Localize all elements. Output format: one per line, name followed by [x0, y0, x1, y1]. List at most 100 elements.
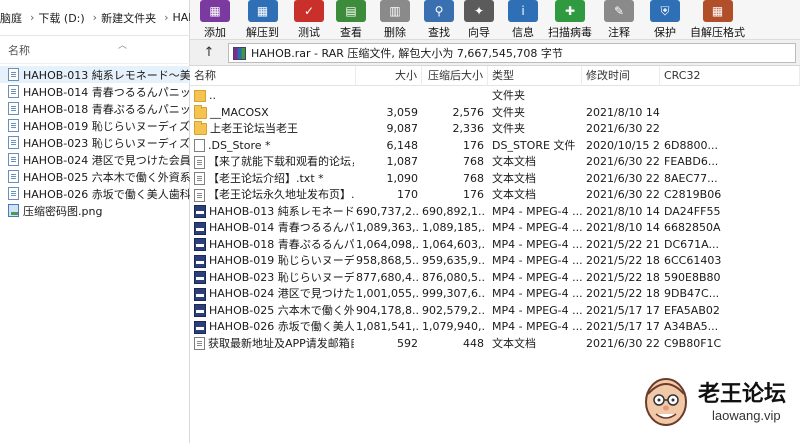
column-header-name[interactable]: 名称 ︿ [0, 36, 190, 64]
rar-archive-icon [233, 46, 246, 60]
left-file-name: HAHOB-023 恥じらいヌーディズム～ [23, 136, 190, 150]
video-file-icon [8, 102, 19, 115]
cell-packed: 999,307,6... [422, 287, 484, 300]
table-row[interactable]: HAHOB-023 恥じらいヌーディズ...877,680,4... 876,08… [190, 270, 800, 287]
cell-packed: 448 [463, 336, 484, 350]
left-file-item[interactable]: HAHOB-014 青春つるるんパニック！ [0, 83, 190, 100]
video-file-icon [8, 85, 19, 98]
table-row[interactable]: HAHOB-025 六本木で働く外資系...904,178,8... 902,57… [190, 303, 800, 320]
table-row[interactable]: 【老王论坛永久地址发布页】.txt * 170 176 文本文档 2021/6/30 2… [190, 187, 800, 204]
left-file-item[interactable]: HAHOB-019 恥じらいヌーディズム～ [0, 117, 190, 134]
column-header-type[interactable]: 类型 [488, 66, 582, 86]
column-header-crc[interactable]: CRC32 [660, 66, 800, 86]
table-row[interactable]: 【老王论坛介绍】.txt * 1,090 768 文本文档 2021/6/30 22..… [190, 171, 800, 188]
cell-modified: 2021/5/17 17... [586, 303, 660, 317]
breadcrumb-item[interactable]: HAHOB [172, 11, 190, 24]
toolbar-button-protect[interactable]: ⛨ 保护 [650, 0, 680, 40]
sfx-icon: ▦ [702, 0, 733, 22]
breadcrumb-item[interactable]: 下载 (D:) [38, 10, 84, 26]
cell-modified: 2020/10/15 2... [586, 138, 660, 152]
left-file-item[interactable]: HAHOB-023 恥じらいヌーディズム～ [0, 134, 190, 151]
cell-name: HAHOB-018 青春ぷるるんパニッ... [194, 237, 354, 254]
cell-name: .. [194, 88, 354, 105]
cell-size: 1,089,363,... [356, 221, 418, 234]
cell-size [356, 88, 418, 105]
cell-packed: 690,892,1... [422, 204, 484, 218]
cell-name: HAHOB-025 六本木で働く外資系... [194, 303, 354, 320]
sort-caret-icon: ︿ [118, 41, 128, 51]
left-file-item[interactable]: HAHOB-024 港区で見つけた会員制ラ [0, 151, 190, 168]
toolbar-button-comment[interactable]: ✎ 注释 [604, 0, 634, 40]
column-header-size[interactable]: 大小 [356, 66, 422, 86]
toolbar-button-virus-scan[interactable]: ✚ 扫描病毒 [548, 0, 592, 40]
toolbar-button-find[interactable]: ⚲ 查找 [424, 0, 454, 40]
video-file-icon [8, 153, 19, 166]
table-row[interactable]: HAHOB-026 赤坂で働く美人歯科...1,081,541,... 1,079… [190, 319, 800, 336]
cell-type: DS_STORE 文件 [492, 138, 576, 152]
toolbar-button-extract[interactable]: ▦ 解压到 [246, 0, 279, 40]
cell-size: 958,868,5... [356, 254, 418, 267]
table-row[interactable]: .. 文件夹 [190, 88, 800, 105]
text-file-icon [194, 172, 205, 186]
address-bar: ↑ HAHOB.rar - RAR 压缩文件, 解包大小为 7,667,545,… [190, 40, 800, 66]
table-row[interactable]: 【来了就能下载和观看的论坛，纯... 1,087 768 文本文档 2021/6/30 … [190, 154, 800, 171]
column-header-packed[interactable]: 压缩后大小 [422, 66, 488, 86]
table-row[interactable]: __MACOSX 3,059 2,576 文件夹 2021/8/10 14... [190, 104, 800, 122]
video-file-icon [8, 170, 19, 183]
cell-packed: 176 [463, 188, 484, 201]
image-file-icon [8, 204, 19, 217]
cell-modified [586, 88, 660, 105]
table-row[interactable]: 获取最新地址及APP请发邮箱自动... 592 448 文本文档 2021/6/30 2… [190, 336, 800, 353]
extract-icon: ▦ [247, 0, 278, 22]
cell-name-text: HAHOB-014 青春つるるんパニ... [209, 221, 354, 234]
left-file-name: HAHOB-019 恥じらいヌーディズム～ [23, 119, 190, 133]
left-file-item[interactable]: HAHOB-018 青春ぷるるんパニック！ [0, 100, 190, 117]
table-row[interactable]: HAHOB-019 恥じらいヌーディズ...958,868,5... 959,63… [190, 253, 800, 270]
column-header-name[interactable]: 名称 [190, 66, 356, 86]
cell-crc [664, 105, 744, 122]
toolbar-button-wizard[interactable]: ✦ 向导 [464, 0, 494, 40]
cell-size: 1,001,055,... [356, 287, 418, 300]
cell-crc: EFA5AB02 [664, 303, 720, 317]
table-row[interactable]: HAHOB-024 港区で見つけた会員...1,001,055,... 999,3… [190, 286, 800, 303]
toolbar-button-info[interactable]: i 信息 [508, 0, 538, 40]
left-file-item[interactable]: HAHOB-025 六本木で働く外資系企業 [0, 168, 190, 185]
video-file-icon [194, 287, 206, 301]
cell-name: HAHOB-014 青春つるるんパニ... [194, 220, 354, 237]
left-file-item[interactable]: HAHOB-013 純系レモネード～美少女 [0, 66, 190, 83]
toolbar-button-delete[interactable]: ▥ 删除 [380, 0, 410, 40]
breadcrumb-item[interactable]: 新建文件夹 [101, 10, 156, 26]
table-row[interactable]: HAHOB-014 青春つるるんパニ...1,089,363,... 1,089,… [190, 220, 800, 237]
video-file-icon [194, 205, 206, 219]
table-row[interactable]: HAHOB-018 青春ぷるるんパニッ...1,064,098,... 1,064… [190, 237, 800, 254]
cell-type: 文件夹 [492, 105, 525, 119]
cell-size: 6,148 [386, 138, 419, 152]
cell-modified: 2021/8/10 14... [586, 105, 660, 119]
up-arrow-icon[interactable]: ↑ [200, 44, 218, 62]
cell-name: HAHOB-013 純系レモネード～美... [194, 204, 354, 221]
virus-scan-icon: ✚ [555, 0, 585, 22]
table-row[interactable]: 上老王论坛当老王 9,087 2,336 文件夹 2021/6/30 22... [190, 121, 800, 138]
toolbar-button-test[interactable]: ✓ 测试 [294, 0, 324, 40]
toolbar-button-add[interactable]: ▦ 添加 [200, 0, 230, 40]
cell-name-text: HAHOB-024 港区で見つけた会員... [209, 287, 354, 300]
column-header-modified[interactable]: 修改时间 [582, 66, 660, 86]
cell-modified: 2021/5/22 21... [586, 237, 660, 251]
cell-name-text: .. [209, 89, 216, 102]
table-row[interactable]: .DS_Store * 6,148 176 DS_STORE 文件 2020/10/15… [190, 138, 800, 155]
table-row[interactable]: HAHOB-013 純系レモネード～美...690,737,2... 690,89… [190, 204, 800, 221]
view-icon: ▤ [336, 0, 366, 22]
left-file-item[interactable]: 压缩密码图.png [0, 202, 190, 219]
cell-name-text: HAHOB-025 六本木で働く外資系... [209, 303, 354, 317]
toolbar-button-label: 注释 [608, 26, 630, 39]
breadcrumb-item[interactable]: 脑庭 [0, 10, 22, 26]
cell-crc: 6CC61403 [664, 254, 722, 267]
left-file-item[interactable]: HAHOB-026 赤坂で働く美人歯科助手 [0, 185, 190, 202]
toolbar-button-view[interactable]: ▤ 查看 [336, 0, 366, 40]
video-file-icon [194, 238, 206, 252]
archive-path-field[interactable]: HAHOB.rar - RAR 压缩文件, 解包大小为 7,667,545,70… [228, 43, 796, 63]
cell-type: MP4 - MPEG-4 ... [492, 204, 582, 218]
cell-packed: 1,089,185,... [422, 221, 484, 234]
chevron-right-icon: › [30, 11, 35, 24]
toolbar-button-sfx[interactable]: ▦ 自解压格式 [690, 0, 745, 40]
